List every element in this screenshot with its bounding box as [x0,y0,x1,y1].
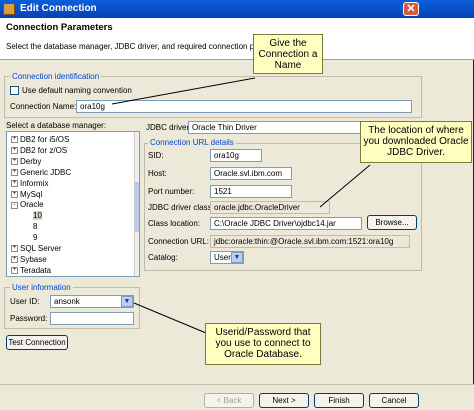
next-button[interactable]: Next > [259,393,309,408]
tree-item[interactable]: + Sybase [11,255,47,266]
tree-item-label: SQL Server [20,244,62,253]
port-input[interactable]: 1521 [210,185,292,198]
credentials-callout: Userid/Password that you use to connect … [205,323,321,365]
tree-item-label: Generic JDBC [20,167,72,177]
expand-icon[interactable]: + [11,158,18,166]
user-id-label: User ID: [10,297,40,306]
window-title: Edit Connection [20,3,97,14]
app-icon [3,3,15,15]
sid-input[interactable]: ora10g [210,149,262,162]
tree-item[interactable]: 8 [33,222,37,233]
tree-item-label: Derby [20,156,42,166]
test-connection-button[interactable]: Test Connection [6,335,68,350]
page-description: Select the database manager, JDBC driver… [6,42,273,51]
expand-icon[interactable]: + [11,267,18,275]
tree-item-label: MySql [20,189,43,199]
default-naming-label: Use default naming convention [22,86,132,95]
expand-icon[interactable]: + [11,169,18,177]
dialog-header: Connection Parameters Select the databas… [0,18,474,60]
user-id-chevron-down-icon[interactable]: ▼ [121,296,133,307]
identification-group-label: Connection identification [10,72,102,81]
finish-button[interactable]: Finish [314,393,364,408]
tree-item-label: Teradata [20,265,52,275]
tree-item[interactable]: + DB2 for i5/OS [11,135,69,146]
title-bar: Edit Connection ✕ [0,0,474,18]
expand-icon[interactable]: + [11,147,18,155]
tree-item[interactable]: + MySql [11,190,42,201]
tree-item[interactable]: + Teradata [11,265,52,276]
cancel-button[interactable]: Cancel [369,393,419,408]
collapse-icon[interactable]: - [11,201,18,209]
tree-item[interactable]: + DB2 for z/OS [11,146,67,157]
tree-item[interactable]: + Derby [11,157,41,168]
port-label: Port number: [148,187,195,196]
host-input[interactable]: Oracle.svl.ibm.com [210,167,292,180]
dialog-button-bar: < Back Next > Finish Cancel [0,384,474,410]
tree-item-label: DB2 for z/OS [20,145,68,155]
default-naming-checkbox[interactable] [10,86,19,95]
db-manager-tree[interactable]: + DB2 for i5/OS + DB2 for z/OS + Derby + Generi… [6,131,140,277]
tree-item-label: DB2 for i5/OS [20,135,70,144]
db-manager-scrollbar[interactable] [134,132,139,276]
tree-item-label: 8 [33,222,38,232]
tree-item-label: Informix [20,178,49,188]
host-label: Host: [148,169,167,178]
tree-item-label: 10 [33,211,42,221]
tree-item[interactable]: - Oracle [11,200,44,211]
jdbc-driver-label: JDBC driver: [146,123,192,132]
name-callout: Give the Connection a Name [253,34,323,74]
password-label: Password: [10,314,48,323]
back-button[interactable]: < Back [204,393,254,408]
driver-callout: The location of where you downloaded Ora… [360,121,472,163]
class-location-label: Class location: [148,219,201,228]
class-location-input[interactable]: C:\Oracle JDBC Driver\ojdbc14.jar [210,217,362,230]
expand-icon[interactable]: + [11,190,18,198]
expand-icon[interactable]: + [11,136,18,144]
catalog-chevron-down-icon[interactable]: ▼ [231,252,243,263]
tree-item[interactable]: 10 [33,211,42,222]
browse-button[interactable]: Browse... [367,215,417,230]
scrollbar-thumb[interactable] [135,182,139,232]
catalog-label: Catalog: [148,253,178,262]
expand-icon[interactable]: + [11,256,18,264]
sid-label: SID: [148,151,164,160]
expand-icon[interactable]: + [11,179,18,187]
tree-item[interactable]: + Informix [11,179,48,190]
expand-icon[interactable]: + [11,245,18,253]
page-title: Connection Parameters [6,22,113,33]
close-icon[interactable]: ✕ [403,2,419,16]
password-input[interactable] [50,312,134,325]
connection-name-input[interactable]: ora10g [76,100,412,113]
tree-item-label: 9 [33,233,38,243]
connection-url-value: jdbc:oracle:thin:@Oracle.svl.ibm.com:152… [210,235,410,248]
db-manager-label: Select a database manager: [6,121,107,130]
driver-class-value: oracle.jdbc.OracleDriver [210,201,330,214]
tree-item[interactable]: + SQL Server [11,244,62,255]
connection-url-label: Connection URL: [148,237,209,246]
tree-item[interactable]: + Generic JDBC [11,168,71,179]
url-details-group-label: Connection URL details [148,138,236,147]
tree-item-label: Oracle [20,200,44,210]
tree-item-label: Sybase [20,254,47,264]
tree-item[interactable]: 9 [33,233,37,244]
connection-name-label: Connection Name: [10,102,77,111]
driver-class-label: JDBC driver class: [148,203,214,212]
user-info-group-label: User information [10,283,73,292]
